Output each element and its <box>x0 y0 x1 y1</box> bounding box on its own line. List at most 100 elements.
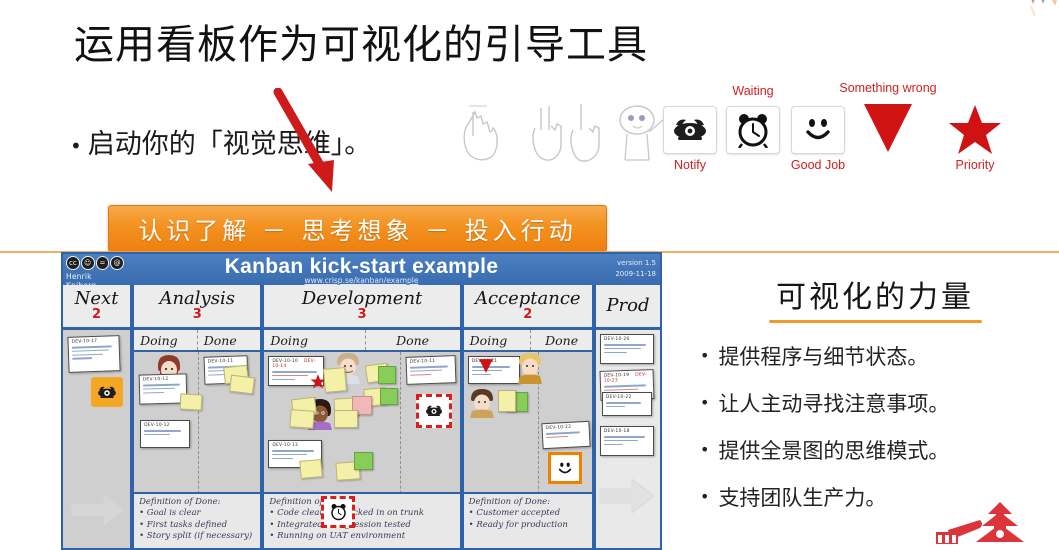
telephone-glyph <box>98 386 116 398</box>
column-name: Next <box>74 287 119 309</box>
dod-item: Story split (if necessary) <box>139 531 256 543</box>
column-header: Next 2 <box>63 285 131 330</box>
bullet-dot: • <box>700 346 710 365</box>
sticky-note[interactable] <box>497 390 516 412</box>
kanban-column-prod: Prod DEV-10-20 DEV-10-19 DEV-10-23 DEV-1… <box>595 285 660 548</box>
sticky-note[interactable] <box>334 410 359 428</box>
column-wip-limit: 2 <box>92 306 102 322</box>
sticky-note[interactable] <box>299 459 324 479</box>
right-column-bullets: • 提供程序与细节状态。 • 让人主动寻找注意事项。 • 提供全景图的思维模式。 • 支… <box>700 341 1050 512</box>
bullet-text: 提供程序与细节状态。 <box>718 345 929 369</box>
telephone-marker-next[interactable] <box>91 377 123 407</box>
process-banner: 认识了解 － 思考想象 － 投入行动 <box>108 205 607 252</box>
list-item: • 提供程序与细节状态。 <box>700 341 1050 371</box>
dod-items: Customer accepted Ready for production <box>469 508 588 531</box>
smiley-face-icon: Good Job <box>791 106 845 172</box>
red-triangle-marker-acceptance[interactable] <box>478 358 494 374</box>
telephone-caption: Notify <box>674 158 706 172</box>
kanban-card[interactable]: DEV-10-21 <box>467 356 520 384</box>
alarm-clock-caption: Waiting <box>732 84 774 98</box>
definition-of-done-development: Definition of Done: Code clean & checked… <box>264 492 460 548</box>
card-lines <box>71 345 116 360</box>
column-header: Development 3 <box>264 285 460 330</box>
sticky-note-green[interactable] <box>378 366 397 384</box>
pagoda-decoration <box>936 502 1024 544</box>
alarm-clock-tile <box>726 106 780 154</box>
right-column-rule <box>768 320 982 323</box>
dod-items: Code clean & checked in on trunk Integra… <box>269 508 455 543</box>
alarm-clock-marker-dev[interactable] <box>321 496 356 528</box>
kanban-column-analysis: Analysis 3 Doing Done DEV-10-12 DEV-10-1… <box>134 285 265 548</box>
kanban-board-header: cc ☺ = @ Henrik Kniberg Kanban kick-star… <box>63 254 660 290</box>
kanban-card[interactable]: DEV-10-22 <box>601 392 652 416</box>
kanban-card[interactable]: DEV-10-17 <box>67 335 121 373</box>
dod-item: Ready for production <box>469 520 588 532</box>
bullet-dot: • <box>700 393 710 412</box>
smiley-glyph <box>558 462 571 473</box>
dod-title: Definition of Done: <box>269 497 351 507</box>
red-star-glyph <box>949 105 1001 154</box>
card-id: DEV-10-22 <box>605 395 632 400</box>
kanban-version: version 1.5 <box>617 259 656 267</box>
column-header: Analysis 3 <box>134 285 261 330</box>
card-lines <box>603 436 650 446</box>
icon-strip: Notify Waiting Good Job Something wrong … <box>445 81 1059 188</box>
card-id: DEV-10-11 <box>409 358 436 365</box>
alarm-clock-glyph <box>331 504 346 521</box>
kanban-board: cc ☺ = @ Henrik Kniberg Kanban kick-star… <box>61 252 662 550</box>
corner-decoration <box>1030 0 1057 17</box>
column-wip-limit: 3 <box>357 306 367 322</box>
sticky-note-green[interactable] <box>354 452 374 470</box>
sticky-note[interactable] <box>289 409 315 429</box>
column-subheaders: Doing Done <box>264 330 460 352</box>
kanban-date: 2009-11-18 <box>615 269 656 278</box>
kanban-card[interactable]: DEV-10-18 <box>599 426 654 456</box>
dod-item: Goal is clear <box>139 508 256 520</box>
telephone-marker-dev-done[interactable] <box>416 394 453 428</box>
kanban-card[interactable]: DEV-10-22 <box>541 420 591 450</box>
red-triangle-caption: Something wrong <box>839 81 937 95</box>
card-lines <box>545 431 586 439</box>
column-wip-limit: 3 <box>192 306 202 322</box>
card-lines <box>144 430 186 436</box>
page-title: 运用看板作为可视化的引导工具 <box>74 22 648 68</box>
column-name: Analysis <box>159 287 235 309</box>
card-id: DEV-10-12 <box>144 423 170 428</box>
dod-item: First tasks defined <box>139 520 256 532</box>
sticky-note-green[interactable] <box>380 388 399 405</box>
smiley-caption: Good Job <box>790 158 846 172</box>
kanban-columns: Next 2 DEV-10-17 Analysis 3 Doing Done D… <box>63 285 660 548</box>
card-id: DEV-10-19 DEV-10-23 <box>603 372 647 384</box>
sticky-note[interactable] <box>323 367 348 393</box>
card-id: DEV-10-10 DEV-10-14 <box>272 359 316 369</box>
subcolumn-done: Done <box>396 332 430 348</box>
column-subheaders: Doing Done <box>463 330 592 352</box>
subcolumn-done: Done <box>203 332 237 348</box>
list-item: • 提供全景图的思维模式。 <box>700 435 1050 465</box>
smiley-marker-acceptance[interactable] <box>547 452 582 484</box>
right-column-heading: 可视化的力量 <box>776 280 974 315</box>
card-id: DEV-10-17 <box>71 338 98 345</box>
kanban-card[interactable]: DEV-10-20 <box>599 334 654 364</box>
card-lines <box>410 365 452 376</box>
sticky-note[interactable] <box>179 393 203 411</box>
subcolumn-doing: Doing <box>469 332 508 348</box>
process-banner-text: 认识了解 － 思考想象 － 投入行动 <box>138 217 577 245</box>
sticky-note[interactable] <box>229 374 256 395</box>
card-id: DEV-10-11 <box>207 358 234 365</box>
dod-title: Definition of Done: <box>139 497 221 507</box>
flow-arrow-icon <box>70 491 126 529</box>
subcolumn-done: Done <box>545 332 579 348</box>
column-wip-limit: 2 <box>523 306 533 322</box>
hand-pointing-sketch-icon <box>453 102 509 169</box>
dod-item: Running on UAT environment <box>269 531 455 543</box>
definition-of-done-analysis: Definition of Done: Goal is clear First … <box>134 492 261 548</box>
kanban-card[interactable]: DEV-10-12 <box>140 420 191 448</box>
card-lines <box>272 450 318 460</box>
bullet-text: 让人主动寻找注意事项。 <box>718 392 950 416</box>
avatar <box>516 352 544 388</box>
two-hands-counting-sketch-icon <box>527 100 603 169</box>
card-id: DEV-10-12 <box>142 376 169 383</box>
slide-root: 运用看板作为可视化的引导工具 • 启动你的「视觉思维」。 Notify Wait… <box>0 0 1059 550</box>
kanban-card[interactable]: DEV-10-11 <box>405 355 457 385</box>
